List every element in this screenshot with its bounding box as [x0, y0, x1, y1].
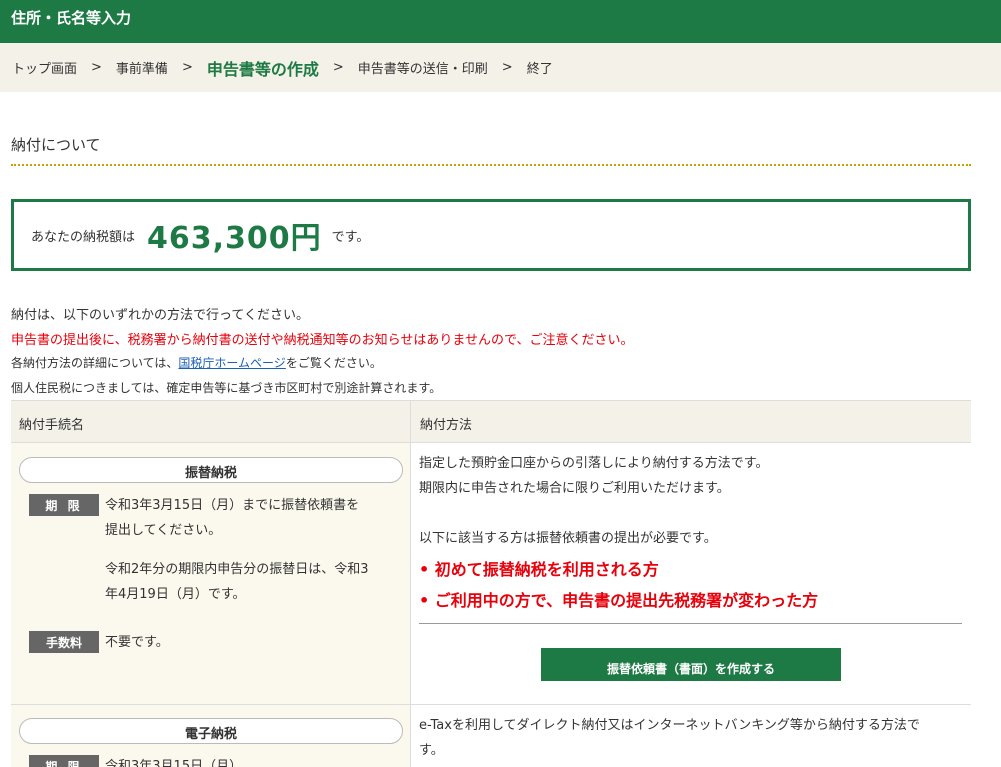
requirement-bullet-first-use: • 初めて振替納税を利用される方 — [419, 560, 659, 579]
create-transfer-request-button[interactable]: 振替依頼書（書面）を作成する — [541, 648, 841, 681]
column-header-method: 納付方法 — [420, 418, 473, 433]
step-separator-icon: > — [91, 60, 102, 75]
requirement-bullet-office-changed: • ご利用中の方で、申告書の提出先税務署が変わった方 — [419, 591, 819, 610]
step-preparation: 事前準備 — [115, 62, 168, 77]
transfer-method-description: 指定した預貯金口座からの引落しにより納付する方法です。 期限内に申告された場合に… — [419, 451, 768, 501]
transfer-requirement: 以下に該当する方は振替依頼書の提出が必要です。 — [419, 531, 717, 546]
step-separator-icon: > — [332, 60, 344, 75]
page-header-title: 住所・氏名等入力 — [11, 9, 132, 27]
detail-prefix: 各納付方法の詳細については、 — [11, 356, 179, 370]
step-send-print: 申告書等の送信・印刷 — [357, 62, 488, 77]
deadline-text: 令和3年3月15日（月）までに振替依頼書を 提出してください。 — [105, 493, 359, 543]
method-line: 期限内に申告された場合に限りご利用いただけます。 — [419, 481, 730, 496]
tax-amount-box: あなたの納税額は 463,300円 です。 — [11, 199, 971, 271]
transfer-date-line: 令和2年分の期限内申告分の振替日は、令和3 — [105, 562, 369, 577]
deadline-line: 令和3年3月15日（月）までに振替依頼書を — [105, 498, 360, 513]
page-header: 住所・氏名等入力 — [0, 0, 1001, 43]
nta-homepage-link[interactable]: 国税庁ホームページ — [178, 356, 285, 370]
deadline-text: 令和3年3月15日（月） — [105, 759, 243, 767]
electronic-payment-title: 電子納税 — [19, 718, 403, 744]
transfer-date-text: 令和2年分の期限内申告分の振替日は、令和3 年4月19日（月）です。 — [105, 557, 369, 607]
step-create-return: 申告書等の作成 — [206, 59, 319, 79]
payment-instruction: 納付は、以下のいずれかの方法で行ってください。 — [11, 308, 309, 323]
method-divider — [419, 623, 962, 624]
transfer-date-line: 年4月19日（月）です。 — [105, 587, 246, 602]
tax-amount-suffix: です。 — [331, 229, 370, 245]
section-divider — [11, 164, 971, 166]
tax-amount-prefix: あなたの納税額は — [31, 229, 136, 245]
deadline-line: 提出してください。 — [105, 523, 222, 538]
deadline-tag: 期 限 — [29, 755, 99, 767]
transfer-payment-title: 振替納税 — [19, 457, 403, 483]
method-line: e-Taxを利用してダイレクト納付又はインターネットバンキング等から納付する方法… — [419, 718, 920, 733]
fee-text: 不要です。 — [105, 635, 169, 650]
detail-suffix: をご覧ください。 — [285, 356, 382, 370]
progress-breadcrumb: トップ画面 > 事前準備 > 申告書等の作成 > 申告書等の送信・印刷 > 終了 — [0, 43, 1001, 92]
tax-amount: 463,300円 — [147, 221, 322, 256]
column-divider — [410, 400, 411, 767]
step-separator-icon: > — [181, 60, 193, 75]
step-finish: 終了 — [526, 62, 553, 77]
deadline-tag: 期 限 — [29, 494, 99, 516]
column-header-name: 納付手続名 — [19, 418, 85, 433]
method-line: す。 — [419, 743, 444, 758]
step-separator-icon: > — [501, 60, 513, 75]
electronic-method-description: e-Taxを利用してダイレクト納付又はインターネットバンキング等から納付する方法… — [419, 713, 920, 763]
payment-detail-note: 各納付方法の詳細については、国税庁ホームページをご覧ください。 — [11, 354, 382, 371]
payment-warning: 申告書の提出後に、税務署から納付書の送付や納税通知等のお知らせはありませんので、… — [11, 333, 634, 348]
fee-tag: 手数料 — [29, 631, 99, 653]
method-line: 指定した預貯金口座からの引落しにより納付する方法です。 — [419, 456, 769, 471]
step-top: トップ画面 — [12, 62, 78, 77]
resident-tax-note: 個人住民税につきましては、確定申告等に基づき市区町村で別途計算されます。 — [11, 381, 442, 395]
payment-table-header: 納付手続名 納付方法 — [11, 400, 971, 443]
section-title: 納付について — [11, 136, 101, 154]
